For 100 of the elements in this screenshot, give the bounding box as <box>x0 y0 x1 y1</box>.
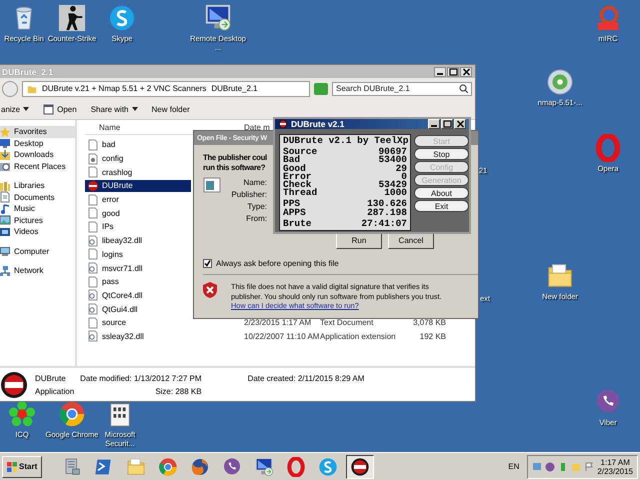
phone-bubble-icon <box>222 456 242 476</box>
flag-icon[interactable] <box>584 462 594 472</box>
stat-value: 287.198 <box>367 208 407 217</box>
window-title: DUBrute_2.1 <box>2 66 54 76</box>
file-item[interactable]: logins <box>85 248 191 260</box>
close-icon <box>456 120 464 128</box>
field-label: Name: <box>243 177 267 189</box>
file-item[interactable]: pass <box>85 276 191 288</box>
size-cell-text: 3,078 KB <box>412 318 446 328</box>
download-icon <box>0 148 11 161</box>
nav-item[interactable]: Desktop <box>0 138 75 149</box>
language-indicator[interactable]: EN <box>504 462 524 471</box>
file-item[interactable]: config <box>85 152 191 165</box>
field-label: Type: <box>247 201 267 213</box>
file-size: Size: 288 KB <box>155 386 202 396</box>
stat-value: 130.626 <box>367 200 407 209</box>
date-cell: 10/22/2007 11:10 AM <box>244 332 320 341</box>
nav-item[interactable]: Computer <box>0 246 75 257</box>
stat-label: APPS <box>283 208 306 217</box>
nav-item[interactable]: Libraries <box>0 180 75 192</box>
file-item[interactable]: ssleay32.dll <box>85 330 191 342</box>
address-bar[interactable]: DUBrute v.21 + Nmap 5.51 + 2 VNC Scanners DUBrute_2.1 <box>22 80 310 96</box>
toolbar-button[interactable]: Open <box>43 104 77 114</box>
file-item[interactable]: source <box>85 316 191 329</box>
document-icon <box>87 166 99 178</box>
file-item[interactable]: good <box>85 207 191 220</box>
nav-item[interactable]: Pictures <box>0 214 75 226</box>
file-name: DUBrute <box>35 374 67 382</box>
round-logo-icon <box>158 456 178 476</box>
gear-file-icon <box>87 262 99 274</box>
stat-value: 0 <box>401 172 407 182</box>
nav-item[interactable]: Music <box>0 203 75 214</box>
stat-value: 53429 <box>378 181 407 190</box>
stat-value: 27:41:07 <box>361 220 407 228</box>
start-button[interactable]: Start <box>2 456 42 478</box>
maximize-button[interactable] <box>441 119 453 129</box>
file-item[interactable]: IPs <box>85 220 191 233</box>
document-icon <box>87 138 99 151</box>
stat-value: 29 <box>396 164 407 173</box>
minimize-icon <box>431 125 437 127</box>
ring-icon <box>594 134 622 162</box>
file-item[interactable]: libeay32.dll <box>85 234 191 247</box>
network-icon <box>0 264 11 277</box>
file-item[interactable]: QtGui4.dll <box>85 303 191 316</box>
stat-label: Error <box>283 172 312 182</box>
soldier-icon <box>58 4 86 32</box>
refresh-button[interactable] <box>314 82 328 94</box>
stat-value: 1000 <box>384 189 407 198</box>
no-entry-icon <box>278 119 288 129</box>
stat-label: PPS <box>283 200 300 209</box>
file-item[interactable]: msvcr71.dll <box>85 262 191 274</box>
nav-item[interactable]: Recent Places <box>0 160 75 172</box>
document-icon <box>87 316 99 329</box>
close-button[interactable] <box>460 66 472 76</box>
document-icon <box>87 220 99 233</box>
monitor-icon <box>254 456 274 476</box>
file-item[interactable]: error <box>85 194 191 206</box>
minimize-button[interactable] <box>434 66 446 76</box>
nav-item[interactable]: Videos <box>0 226 75 238</box>
music-note-icon <box>0 202 11 215</box>
nav-item[interactable]: Documents <box>0 192 75 203</box>
stat-label: Source <box>283 148 318 156</box>
type-cell-text: Application extension <box>320 332 397 341</box>
search-field[interactable]: Search DUBrute_2.1 <box>332 82 472 96</box>
nav-item[interactable]: Favorites <box>0 126 75 138</box>
stat-label: Good <box>283 164 306 173</box>
file-item[interactable]: DUBrute <box>85 180 191 192</box>
clock[interactable]: 1:17 AM 2/23/2015 <box>597 458 633 476</box>
app-button[interactable]: About <box>414 187 469 199</box>
toolbar-button[interactable]: anize <box>1 104 30 114</box>
field-label: From: <box>246 213 267 225</box>
column-header[interactable]: Date m <box>244 122 268 132</box>
app-button[interactable]: Stop <box>414 148 469 160</box>
taskbar-button[interactable] <box>346 454 374 478</box>
no-entry-icon <box>350 456 370 476</box>
nav-item[interactable]: Network <box>0 265 75 276</box>
program-icon <box>203 177 221 193</box>
file-item[interactable]: bad <box>85 138 191 151</box>
stat-label: Brute <box>283 220 312 228</box>
date-modified: Date modified: 1/13/2012 7:27 PM <box>80 374 202 382</box>
gear-file-icon <box>87 234 99 247</box>
file-item[interactable]: QtCore4.dll <box>85 289 191 302</box>
checkbox[interactable] <box>203 259 212 268</box>
nav-item[interactable]: Downloads <box>0 149 75 160</box>
stat-value: 53400 <box>378 156 407 165</box>
stat-label: Thread <box>283 189 318 198</box>
toolbar-button[interactable]: Share with <box>90 104 138 114</box>
document-icon <box>87 248 99 260</box>
monitor-icon <box>204 4 232 32</box>
phone-bubble-icon[interactable] <box>545 462 556 472</box>
maximize-button[interactable] <box>447 66 459 76</box>
disc-icon <box>546 68 574 96</box>
column-header[interactable]: Name <box>85 122 244 132</box>
size-cell-text: 192 KB <box>418 332 446 341</box>
file-item[interactable]: crashlog <box>85 166 191 178</box>
toolbar-button[interactable]: New folder <box>152 104 190 114</box>
stat-label: Check <box>283 181 312 190</box>
date-cell-text: 2/23/2015 1:17 AM <box>244 318 312 328</box>
app-button[interactable]: Exit <box>414 200 469 212</box>
desktop-icon <box>0 137 11 150</box>
